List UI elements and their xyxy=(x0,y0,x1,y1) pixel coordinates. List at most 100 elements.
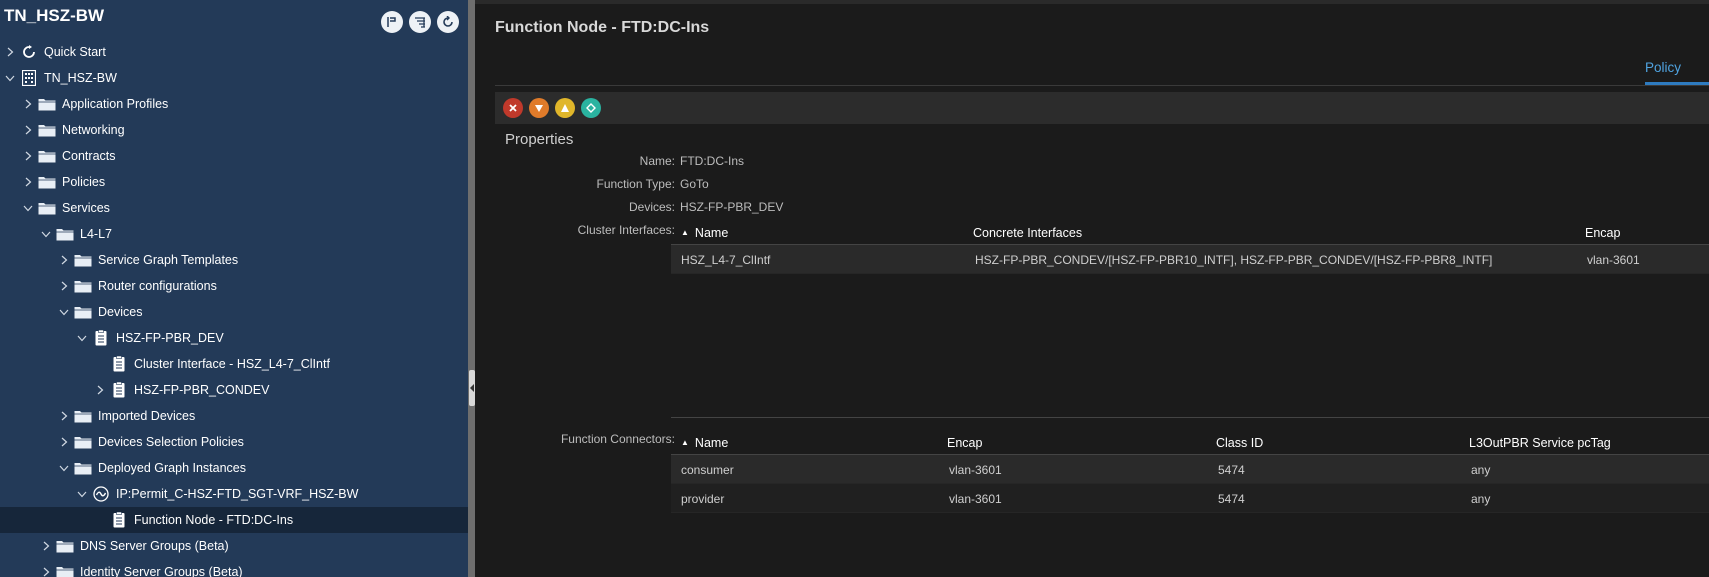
tree-item-label: Devices Selection Policies xyxy=(98,435,244,449)
tree-item-policies[interactable]: Policies xyxy=(0,169,468,195)
chevron-right-icon[interactable] xyxy=(22,124,34,136)
table-row[interactable]: consumer vlan-3601 5474 any xyxy=(671,455,1709,484)
function-connectors-label: Function Connectors: xyxy=(560,432,675,446)
panel-splitter[interactable] xyxy=(468,0,475,577)
chevron-down-icon[interactable] xyxy=(40,228,52,240)
tree-item-contracts[interactable]: Contracts xyxy=(0,143,468,169)
chevron-down-icon[interactable] xyxy=(76,332,88,344)
tree-item-deployed-graph-instances[interactable]: Deployed Graph Instances xyxy=(0,455,468,481)
chevron-right-icon[interactable] xyxy=(22,98,34,110)
chevron-right-icon[interactable] xyxy=(58,280,70,292)
column-header-concrete-interfaces[interactable]: Concrete Interfaces xyxy=(973,226,1082,240)
column-header-name[interactable]: ▲ Name xyxy=(681,436,728,450)
tree-item-label: Cluster Interface - HSZ_L4-7_ClIntf xyxy=(134,357,330,371)
chevron-right-icon[interactable] xyxy=(58,436,70,448)
chevron-right-icon[interactable] xyxy=(58,410,70,422)
chevron-down-icon[interactable] xyxy=(76,488,88,500)
tab-policy[interactable]: Policy xyxy=(1645,60,1681,75)
chevron-down-icon[interactable] xyxy=(4,72,16,84)
folder-icon xyxy=(56,538,74,554)
tree-item-service-graph-templates[interactable]: Service Graph Templates xyxy=(0,247,468,273)
refresh-icon[interactable] xyxy=(437,11,459,33)
major-fault-icon[interactable] xyxy=(529,98,549,118)
tree-item-tn-hsz-bw[interactable]: TN_HSZ-BW xyxy=(0,65,468,91)
tree-item-label: TN_HSZ-BW xyxy=(44,71,117,85)
column-header-class-id[interactable]: Class ID xyxy=(1216,436,1263,450)
folder-icon xyxy=(74,460,92,476)
table-header: ▲ Name Concrete Interfaces Encap xyxy=(671,218,1709,245)
function-type-label: Function Type: xyxy=(596,177,676,191)
cell-encap: vlan-3601 xyxy=(949,492,1002,506)
tree-item-label: Imported Devices xyxy=(98,409,196,423)
folder-icon xyxy=(38,122,56,138)
tree-item-cluster-interface-hsz-l4-7-clintf[interactable]: Cluster Interface - HSZ_L4-7_ClIntf xyxy=(0,351,468,377)
folder-icon xyxy=(38,174,56,190)
chevron-right-icon[interactable] xyxy=(22,150,34,162)
tree-item-quick-start[interactable]: Quick Start xyxy=(0,39,468,65)
folder-icon xyxy=(74,434,92,450)
chevron-down-icon[interactable] xyxy=(58,462,70,474)
chevron-right-icon[interactable] xyxy=(22,176,34,188)
chevron-right-icon[interactable] xyxy=(4,46,16,58)
tree-item-label: DNS Server Groups (Beta) xyxy=(80,539,229,553)
tree-item-ip-permit-c-hsz-ftd-sgt-vrf-hsz-bw[interactable]: IP:Permit_C-HSZ-FTD_SGT-VRF_HSZ-BW xyxy=(0,481,468,507)
folder-icon xyxy=(56,226,74,242)
folder-icon xyxy=(74,408,92,424)
tree-item-application-profiles[interactable]: Application Profiles xyxy=(0,91,468,117)
filter-list-icon[interactable] xyxy=(409,11,431,33)
tree-item-l4-l7[interactable]: L4-L7 xyxy=(0,221,468,247)
sidebar-tools xyxy=(381,11,459,33)
column-header-encap[interactable]: Encap xyxy=(947,436,982,450)
tree-item-services[interactable]: Services xyxy=(0,195,468,221)
chevron-right-icon[interactable] xyxy=(40,540,52,552)
critical-fault-icon[interactable] xyxy=(503,98,523,118)
table-header: ▲ Name Encap Class ID L3OutPBR Service pc… xyxy=(671,428,1709,455)
minor-fault-icon[interactable] xyxy=(555,98,575,118)
tree-item-identity-server-groups-beta[interactable]: Identity Server Groups (Beta) xyxy=(0,559,468,577)
tree-item-label: Devices xyxy=(98,305,143,319)
graph-instance-icon xyxy=(92,486,110,502)
tree-item-devices[interactable]: Devices xyxy=(0,299,468,325)
tree-item-dns-server-groups-beta[interactable]: DNS Server Groups (Beta) xyxy=(0,533,468,559)
document-icon xyxy=(110,382,128,398)
chevron-right-icon[interactable] xyxy=(58,254,70,266)
cell-encap: vlan-3601 xyxy=(949,463,1002,477)
cell-concrete-interfaces: HSZ-FP-PBR_CONDEV/[HSZ-FP-PBR10_INTF], H… xyxy=(975,253,1493,267)
chevron-down-icon[interactable] xyxy=(58,306,70,318)
cell-class-id: 5474 xyxy=(1218,492,1245,506)
name-label: Name: xyxy=(639,154,675,168)
pin-icon[interactable] xyxy=(381,11,403,33)
cluster-interfaces-label: Cluster Interfaces: xyxy=(577,223,675,237)
column-header-encap[interactable]: Encap xyxy=(1585,226,1620,240)
chevron-right-icon[interactable] xyxy=(40,566,52,577)
warning-fault-icon[interactable] xyxy=(581,98,601,118)
document-icon xyxy=(110,512,128,528)
tree-item-devices-selection-policies[interactable]: Devices Selection Policies xyxy=(0,429,468,455)
tree-item-hsz-fp-pbr-dev[interactable]: HSZ-FP-PBR_DEV xyxy=(0,325,468,351)
tree-item-hsz-fp-pbr-condev[interactable]: HSZ-FP-PBR_CONDEV xyxy=(0,377,468,403)
tree-item-label: HSZ-FP-PBR_CONDEV xyxy=(134,383,270,397)
fault-toolbar xyxy=(495,92,1709,124)
chevron-right-icon[interactable] xyxy=(94,384,106,396)
section-title-properties: Properties xyxy=(505,131,574,148)
tree-item-imported-devices[interactable]: Imported Devices xyxy=(0,403,468,429)
tree-item-label: Function Node - FTD:DC-Ins xyxy=(134,513,294,527)
table-row[interactable]: provider vlan-3601 5474 any xyxy=(671,484,1709,513)
table-row[interactable]: HSZ_L4-7_ClIntf HSZ-FP-PBR_CONDEV/[HSZ-F… xyxy=(671,245,1709,274)
tenant-grid-icon xyxy=(20,70,38,86)
tree-item-router-configurations[interactable]: Router configurations xyxy=(0,273,468,299)
folder-icon xyxy=(56,564,74,577)
navigation-sidebar: TN_HSZ-BW Quick Start TN_HSZ-BW Applicatio… xyxy=(0,0,468,577)
tree-item-label: L4-L7 xyxy=(80,227,112,241)
document-icon xyxy=(92,330,110,346)
column-header-name[interactable]: ▲ Name xyxy=(681,226,728,240)
folder-icon xyxy=(38,200,56,216)
tree-item-networking[interactable]: Networking xyxy=(0,117,468,143)
name-value: FTD:DC-Ins xyxy=(680,154,744,168)
cluster-interfaces-table: ▲ Name Concrete Interfaces Encap HSZ_L4-7… xyxy=(671,218,1709,274)
tree-item-label: Quick Start xyxy=(44,45,106,59)
navigation-tree: Quick Start TN_HSZ-BW Application Profiles… xyxy=(0,39,468,577)
tree-item-function-node-ftd-dc-ins[interactable]: Function Node - FTD:DC-Ins xyxy=(0,507,468,533)
column-header-pctag[interactable]: L3OutPBR Service pcTag xyxy=(1469,436,1611,450)
chevron-down-icon[interactable] xyxy=(22,202,34,214)
